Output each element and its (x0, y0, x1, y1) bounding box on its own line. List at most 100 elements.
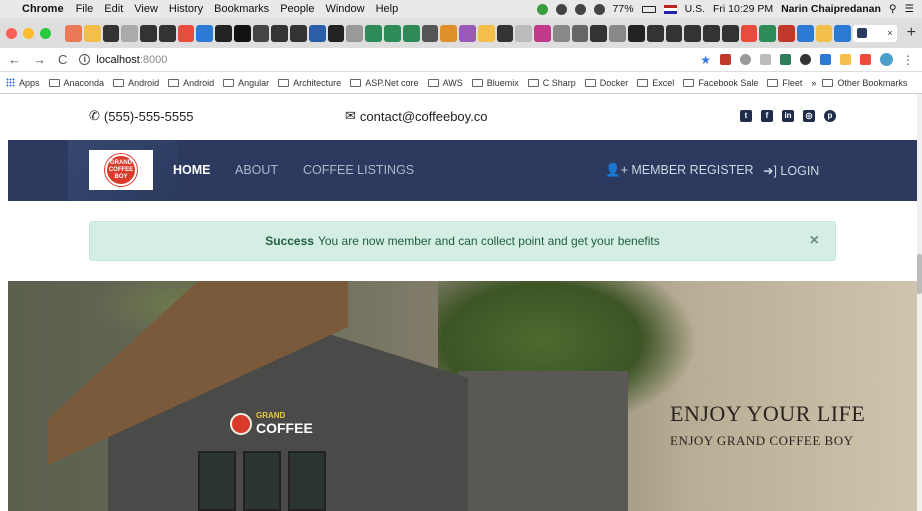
bookmark-folder[interactable]: Facebook Sale (683, 78, 758, 88)
menubar-item-bookmarks[interactable]: Bookmarks (214, 3, 269, 15)
tab[interactable] (815, 24, 833, 42)
nav-about[interactable]: ABOUT (235, 163, 278, 177)
bookmark-folder[interactable]: Fleet (767, 78, 802, 88)
extension-icon[interactable] (860, 54, 871, 65)
menubar-app-name[interactable]: Chrome (22, 3, 64, 15)
tab[interactable] (215, 24, 232, 42)
nav-coffee-listings[interactable]: COFFEE LISTINGS (303, 163, 414, 177)
tab[interactable] (252, 24, 270, 42)
menubar-item-window[interactable]: Window (325, 3, 364, 15)
email-contact[interactable]: ✉ contact@coffeeboy.co (345, 108, 488, 124)
menubar-item-view[interactable]: View (134, 3, 158, 15)
tab[interactable] (571, 24, 589, 42)
bookmark-star-icon[interactable]: ★ (700, 53, 711, 67)
tab[interactable] (496, 24, 514, 42)
reload-icon[interactable]: C (58, 52, 67, 67)
extension-icon[interactable] (760, 54, 771, 65)
tab[interactable] (233, 24, 251, 42)
extension-icon[interactable] (800, 54, 811, 65)
tab[interactable] (158, 24, 176, 42)
facebook-icon[interactable]: f (761, 110, 773, 122)
bookmarks-overflow-button[interactable]: » (811, 78, 816, 88)
linkedin-icon[interactable]: in (782, 110, 794, 122)
extension-icon[interactable] (720, 54, 731, 65)
input-source[interactable]: U.S. (685, 3, 705, 15)
phone-contact[interactable]: ✆ (555)-555-5555 (89, 108, 194, 124)
wifi-icon[interactable] (593, 3, 605, 15)
tab[interactable] (346, 24, 364, 42)
back-icon[interactable]: ← (8, 52, 21, 67)
menu-list-icon[interactable]: ☰ (905, 3, 914, 15)
extension-icon[interactable] (820, 54, 831, 65)
bookmark-folder[interactable]: Android (168, 78, 214, 88)
menubar-item-edit[interactable]: Edit (104, 3, 123, 15)
tab[interactable] (703, 24, 720, 42)
tab[interactable] (778, 24, 795, 42)
tab[interactable] (515, 24, 533, 42)
menubar-item-history[interactable]: History (169, 3, 203, 15)
tab[interactable] (609, 24, 626, 42)
pinterest-icon[interactable]: p (824, 110, 836, 122)
extension-icon[interactable] (840, 54, 851, 65)
tab[interactable] (271, 24, 289, 42)
instagram-icon[interactable]: ◎ (803, 110, 815, 122)
profile-avatar[interactable] (880, 53, 893, 66)
tab[interactable] (665, 24, 683, 42)
zoom-window-icon[interactable] (40, 27, 51, 39)
bookmark-apps[interactable]: Apps (6, 78, 40, 88)
flag-icon[interactable] (663, 4, 677, 14)
address-bar[interactable]: i localhost:8000 (79, 54, 167, 66)
battery-icon[interactable] (641, 5, 656, 13)
tab[interactable] (590, 24, 608, 42)
tab[interactable] (308, 24, 326, 42)
info-icon[interactable]: i (79, 54, 91, 65)
minimize-window-icon[interactable] (23, 27, 34, 39)
tab[interactable] (290, 24, 307, 42)
tab[interactable] (477, 24, 495, 42)
user-name[interactable]: Narin Chaipredanan (781, 3, 881, 15)
tab[interactable] (402, 24, 420, 42)
bookmark-folder[interactable]: ASP.Net core (350, 78, 419, 88)
menubar-item-help[interactable]: Help (376, 3, 399, 15)
extension-icon[interactable] (740, 54, 751, 65)
tab[interactable] (684, 24, 702, 42)
bookmark-folder[interactable]: Excel (637, 78, 674, 88)
bookmark-folder[interactable]: Anaconda (48, 78, 104, 88)
twitter-icon[interactable]: t (740, 110, 752, 122)
bookmark-folder[interactable]: Architecture (278, 78, 341, 88)
close-window-icon[interactable] (6, 27, 17, 39)
tab[interactable] (459, 24, 476, 42)
scrollbar-thumb[interactable] (917, 254, 922, 294)
new-tab-button[interactable]: + (907, 24, 916, 42)
bookmark-folder[interactable]: C Sharp (527, 78, 576, 88)
nav-login[interactable]: ➜] LOGIN (763, 163, 819, 178)
tab[interactable] (627, 24, 645, 42)
tab-active[interactable]: × (853, 24, 897, 42)
bookmark-folder[interactable]: AWS (427, 78, 463, 88)
status-app-icon[interactable] (574, 3, 586, 15)
tab[interactable] (740, 24, 758, 42)
tab[interactable] (196, 24, 214, 42)
alert-close-button[interactable]: × (810, 232, 819, 250)
status-app-icon[interactable] (555, 3, 567, 15)
close-tab-icon[interactable]: × (887, 28, 892, 38)
tab[interactable] (440, 24, 458, 42)
tab[interactable] (121, 24, 139, 42)
bookmark-folder[interactable]: Angular (223, 78, 269, 88)
bookmark-folder[interactable]: Bluemix (471, 78, 519, 88)
other-bookmarks[interactable]: Other Bookmarks (822, 78, 907, 88)
forward-icon[interactable]: → (33, 52, 46, 67)
menubar-item-file[interactable]: File (76, 3, 94, 15)
tab[interactable] (140, 24, 157, 42)
tab[interactable] (65, 24, 82, 42)
site-logo[interactable]: GRAND COFFEE BOY (89, 150, 153, 190)
tab[interactable] (102, 24, 120, 42)
tab[interactable] (834, 24, 852, 42)
bookmark-folder[interactable]: Docker (584, 78, 628, 88)
menubar-item-people[interactable]: People (280, 3, 314, 15)
tab[interactable] (365, 24, 383, 42)
tab[interactable] (552, 24, 570, 42)
status-app-icon[interactable] (536, 3, 548, 15)
bookmark-folder[interactable]: Android (113, 78, 159, 88)
tab[interactable] (384, 24, 401, 42)
